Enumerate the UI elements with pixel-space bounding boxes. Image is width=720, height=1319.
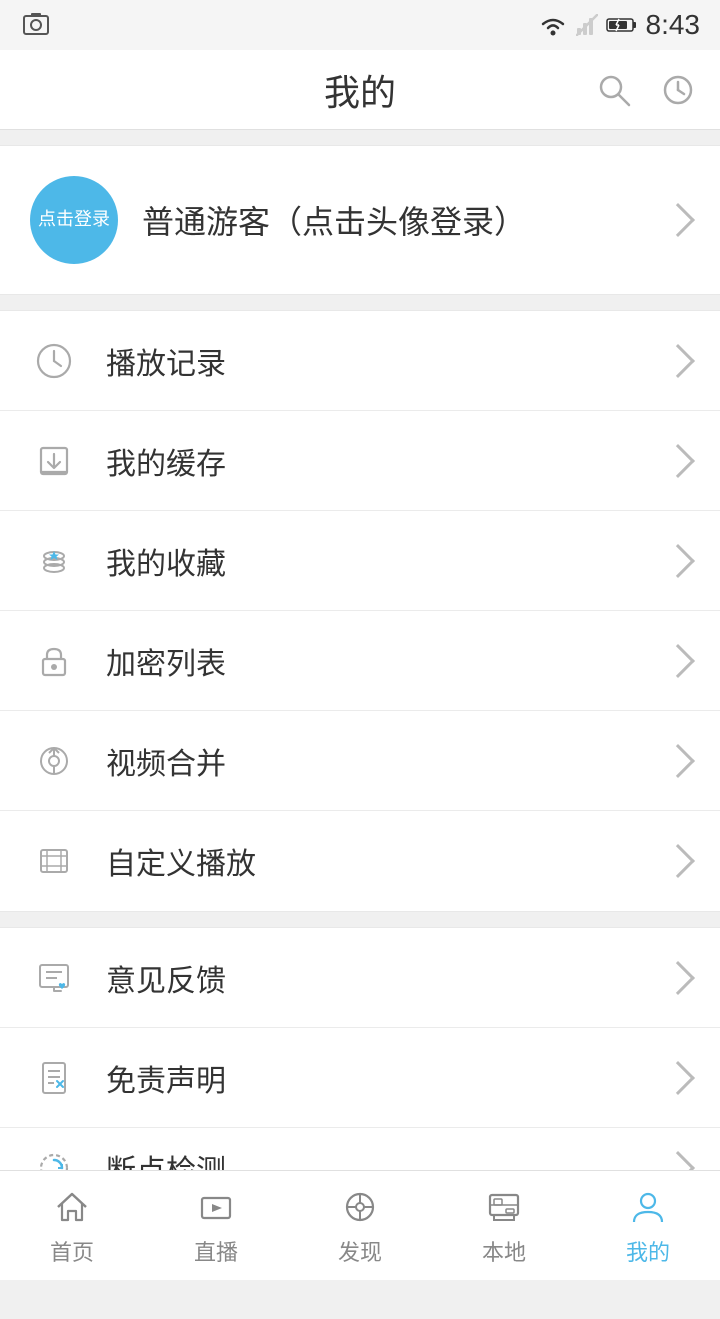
menu-item-encrypt[interactable]: 加密列表	[0, 611, 720, 711]
status-left	[20, 9, 52, 41]
menu-chevron	[661, 961, 695, 995]
menu-label: 免责声明	[106, 1056, 226, 1100]
menu-chevron	[661, 844, 695, 878]
menu-chevron	[661, 1061, 695, 1095]
menu-item-cache[interactable]: 我的缓存	[0, 411, 720, 511]
menu-label: 加密列表	[106, 639, 226, 683]
clock-icon	[30, 337, 78, 385]
nav-label: 首页	[50, 1235, 94, 1267]
menu-chevron	[661, 544, 695, 578]
status-bar: 8:43	[0, 0, 720, 50]
mine-nav-icon	[626, 1185, 670, 1229]
menu-chevron	[661, 444, 695, 478]
menu-chevron	[661, 344, 695, 378]
nav-item-home[interactable]: 首页	[0, 1171, 144, 1280]
film-icon	[30, 837, 78, 885]
feedback-icon	[30, 954, 78, 1002]
nav-item-local[interactable]: 本地	[432, 1171, 576, 1280]
search-button[interactable]	[592, 68, 636, 112]
local-nav-icon	[482, 1185, 526, 1229]
menu-label: 意见反馈	[106, 956, 226, 1000]
menu-chevron	[661, 744, 695, 778]
home-nav-icon	[50, 1185, 94, 1229]
menu-item-disclaimer[interactable]: 免责声明	[0, 1028, 720, 1128]
disclaimer-icon	[30, 1054, 78, 1102]
merge-icon	[30, 737, 78, 785]
menu-label: 我的收藏	[106, 539, 226, 583]
menu-group-2: 意见反馈 免责声明 断点检测	[0, 927, 720, 1209]
photo-icon	[20, 9, 52, 41]
menu-item-left: 视频合并	[30, 737, 226, 785]
menu-item-left: 免责声明	[30, 1054, 226, 1102]
live-nav-icon	[194, 1185, 238, 1229]
menu-item-left: 我的缓存	[30, 437, 226, 485]
menu-item-left: 自定义播放	[30, 837, 256, 885]
nav-label: 本地	[482, 1235, 526, 1267]
nav-item-discover[interactable]: 发现	[288, 1171, 432, 1280]
nav-item-mine[interactable]: 我的	[576, 1171, 720, 1280]
profile-chevron	[661, 203, 695, 237]
menu-item-playback[interactable]: 播放记录	[0, 311, 720, 411]
profile-card[interactable]: 点击登录 普通游客（点击头像登录）	[0, 145, 720, 295]
discover-nav-icon	[338, 1185, 382, 1229]
lock-icon	[30, 637, 78, 685]
menu-label: 自定义播放	[106, 839, 256, 883]
menu-item-left: 播放记录	[30, 337, 226, 385]
history-button[interactable]	[656, 68, 700, 112]
menu-item-merge[interactable]: 视频合并	[0, 711, 720, 811]
profile-info: 点击登录 普通游客（点击头像登录）	[30, 176, 526, 264]
menu-label: 我的缓存	[106, 439, 226, 483]
status-right: 8:43	[538, 9, 701, 41]
star-stack-icon	[30, 537, 78, 585]
header: 我的	[0, 50, 720, 130]
menu-item-left: 我的收藏	[30, 537, 226, 585]
page-title: 我的	[324, 64, 396, 116]
nav-item-live[interactable]: 直播	[144, 1171, 288, 1280]
menu-item-feedback[interactable]: 意见反馈	[0, 928, 720, 1028]
menu-item-left: 加密列表	[30, 637, 226, 685]
bottom-nav: 首页 直播 发现 本地 我的	[0, 1170, 720, 1280]
nav-label: 直播	[194, 1235, 238, 1267]
avatar: 点击登录	[30, 176, 118, 264]
menu-label: 视频合并	[106, 739, 226, 783]
menu-item-custom[interactable]: 自定义播放	[0, 811, 720, 911]
header-actions	[592, 68, 700, 112]
menu-item-left: 意见反馈	[30, 954, 226, 1002]
nav-label: 发现	[338, 1235, 382, 1267]
download-icon	[30, 437, 78, 485]
time-display: 8:43	[646, 9, 701, 41]
menu-label: 播放记录	[106, 339, 226, 383]
menu-item-favorite[interactable]: 我的收藏	[0, 511, 720, 611]
menu-chevron	[661, 644, 695, 678]
menu-group-1: 播放记录 我的缓存 我的收藏	[0, 310, 720, 912]
profile-name: 普通游客（点击头像登录）	[142, 197, 526, 243]
nav-label: 我的	[626, 1235, 670, 1267]
